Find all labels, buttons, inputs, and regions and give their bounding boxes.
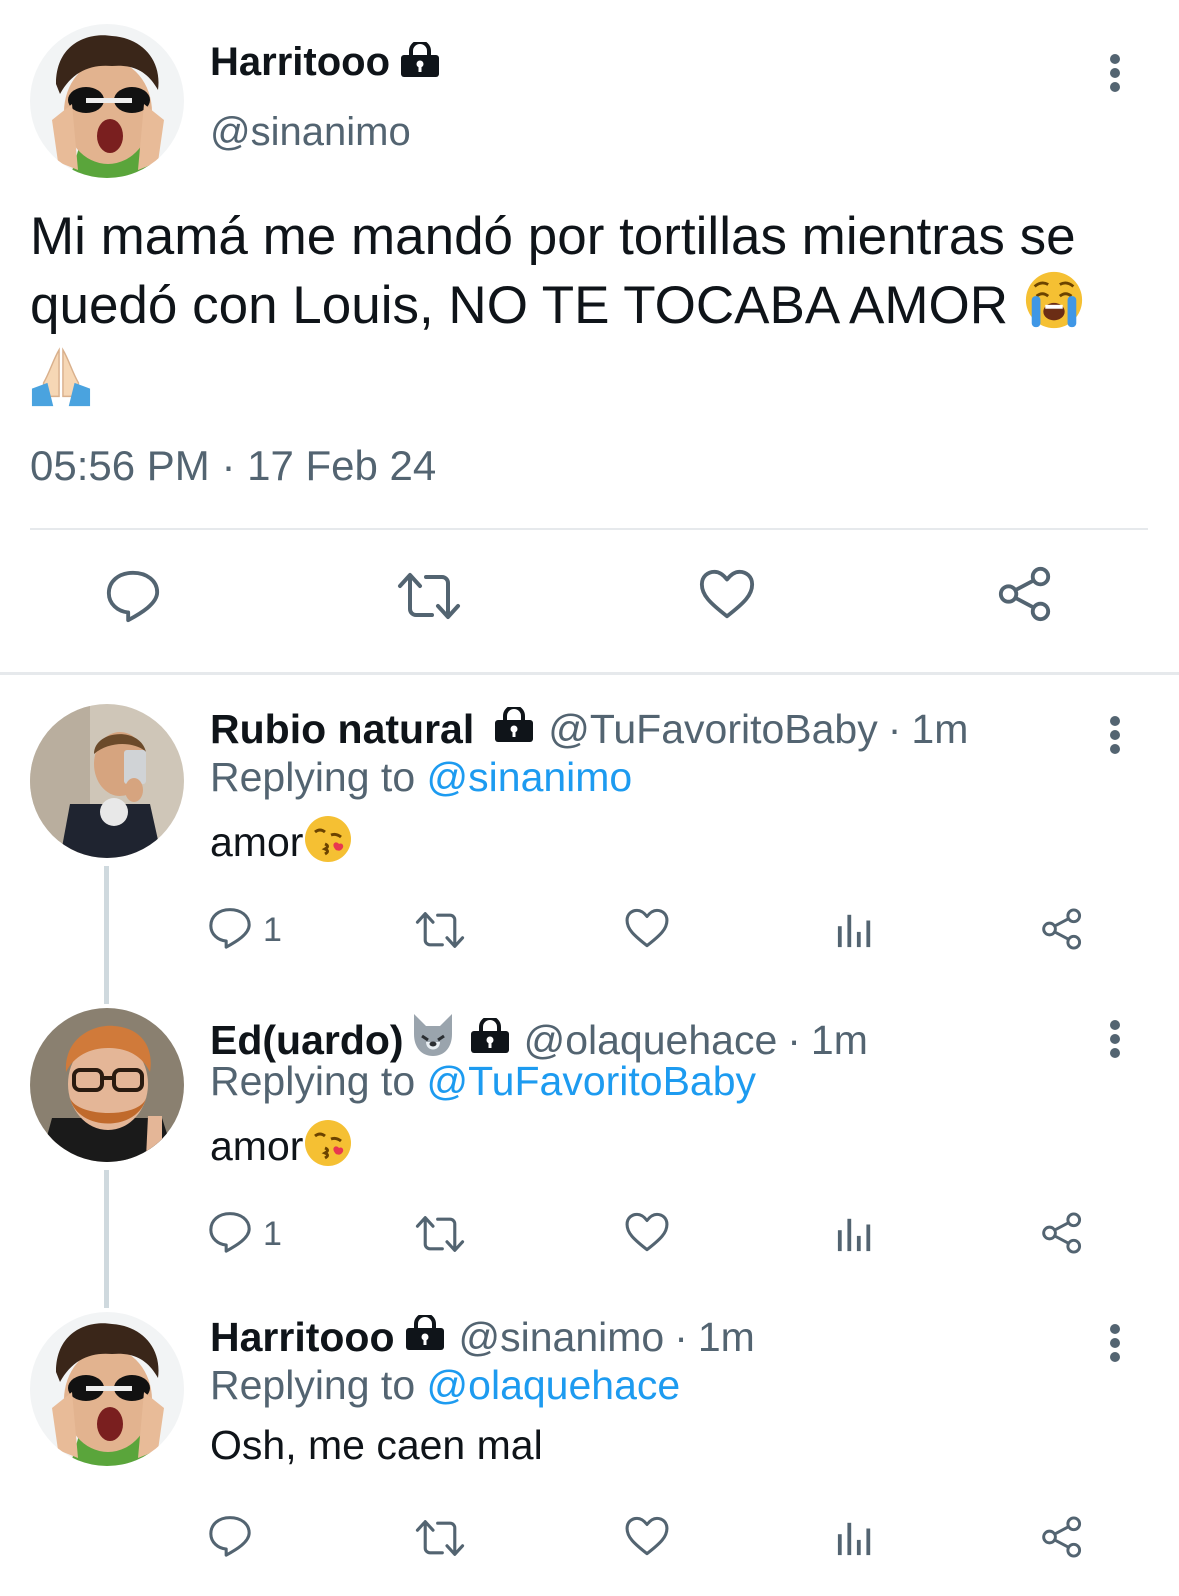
divider (30, 528, 1148, 530)
analytics-icon[interactable] (836, 1519, 874, 1562)
user-handle[interactable]: @TuFavoritoBaby (548, 706, 878, 753)
reply-count: 1 (263, 1215, 282, 1253)
loudly-crying-face-emoji (1023, 269, 1085, 346)
reply-icon[interactable] (207, 1513, 253, 1564)
share-icon[interactable] (1040, 907, 1084, 956)
kissing-face-emoji (303, 1118, 353, 1178)
replying-to-prefix: Replying to (210, 754, 416, 800)
display-name[interactable]: Harritooo (210, 40, 390, 85)
tweet-text: amor (210, 1118, 353, 1178)
display-name[interactable]: Harritooo (210, 1314, 395, 1361)
protected-lock-icon (470, 1017, 510, 1064)
replying-to: Replying to @TuFavoritoBaby (210, 1058, 756, 1105)
tweet-text-content: amor (210, 819, 304, 865)
reply-icon[interactable] (207, 905, 253, 956)
like-icon[interactable] (624, 907, 670, 954)
analytics-icon[interactable] (836, 1215, 874, 1258)
tweet-action-bar (0, 565, 1179, 635)
more-options-icon[interactable] (1100, 50, 1130, 110)
user-handle[interactable]: @olaquehace (524, 1017, 778, 1064)
replying-to-prefix: Replying to (210, 1362, 416, 1408)
reply-count: 1 (263, 911, 282, 949)
relative-time[interactable]: 1m (911, 706, 968, 753)
tweet-action-bar: 1 (0, 1209, 1179, 1265)
protected-lock-icon (400, 42, 440, 83)
avatar[interactable] (30, 704, 184, 858)
time-separator: · (787, 1016, 801, 1063)
reply-tweet[interactable]: Ed(uardo) @olaquehace · 1m Replying to @… (0, 984, 1179, 1308)
replying-to-link[interactable]: @TuFavoritoBaby (427, 1058, 757, 1104)
tweet-text: amor (210, 814, 353, 874)
time-separator: · (674, 1314, 688, 1360)
tweet-action-bar: 1 (0, 905, 1179, 961)
replying-to: Replying to @olaquehace (210, 1362, 680, 1409)
tweet-timestamp[interactable]: 05:56 PM · 17 Feb 24 (30, 442, 436, 490)
retweet-icon[interactable] (414, 1517, 466, 1564)
reply-tweet[interactable]: Harritooo @sinanimo · 1m Replying to @ol… (0, 1288, 1179, 1596)
protected-lock-icon (494, 706, 534, 753)
replying-to-prefix: Replying to (210, 1058, 416, 1104)
share-icon[interactable] (1040, 1515, 1084, 1564)
share-icon[interactable] (996, 565, 1054, 628)
replying-to: Replying to @sinanimo (210, 754, 632, 801)
user-handle[interactable]: @sinanimo (210, 110, 411, 155)
tweet-text-content: Osh, me caen mal (210, 1422, 543, 1468)
more-options-icon[interactable] (1100, 1016, 1130, 1076)
like-icon[interactable] (624, 1515, 670, 1562)
analytics-icon[interactable] (836, 911, 874, 954)
reply-tweet[interactable]: Rubio natural @TuFavoritoBaby · 1m Reply… (0, 680, 1179, 1004)
main-tweet: Harritooo @sinanimo Mi mamá me mandó por… (0, 0, 1179, 675)
reply-icon[interactable] (207, 1209, 253, 1260)
more-options-icon[interactable] (1100, 712, 1130, 772)
relative-time[interactable]: 1m (698, 1314, 755, 1361)
folded-hands-emoji (30, 346, 92, 423)
replying-to-link[interactable]: @olaquehace (427, 1362, 681, 1408)
retweet-icon[interactable] (414, 909, 466, 956)
like-icon[interactable] (698, 567, 756, 626)
avatar[interactable] (30, 24, 184, 178)
display-name[interactable]: Ed(uardo) (210, 1017, 404, 1064)
display-name[interactable]: Rubio natural (210, 706, 474, 753)
more-options-icon[interactable] (1100, 1320, 1130, 1380)
tweet-text: Osh, me caen mal (210, 1422, 543, 1469)
kissing-face-emoji (303, 814, 353, 874)
user-handle[interactable]: @sinanimo (459, 1314, 665, 1361)
reply-icon[interactable] (104, 567, 162, 630)
tweet-text-content: Mi mamá me mandó por tortillas mientras … (30, 207, 1076, 335)
avatar[interactable] (30, 1008, 184, 1162)
protected-lock-icon (405, 1314, 445, 1361)
retweet-icon[interactable] (396, 569, 462, 628)
time-separator: · (887, 706, 902, 752)
tweet-text: Mi mamá me mandó por tortillas mientras … (30, 205, 1160, 423)
avatar[interactable] (30, 1312, 184, 1466)
divider (0, 672, 1179, 675)
tweet-text-content: amor (210, 1123, 304, 1169)
relative-time[interactable]: 1m (811, 1017, 868, 1064)
share-icon[interactable] (1040, 1211, 1084, 1260)
like-icon[interactable] (624, 1211, 670, 1258)
tweet-action-bar (0, 1513, 1179, 1569)
retweet-icon[interactable] (414, 1213, 466, 1260)
replying-to-link[interactable]: @sinanimo (427, 754, 633, 800)
